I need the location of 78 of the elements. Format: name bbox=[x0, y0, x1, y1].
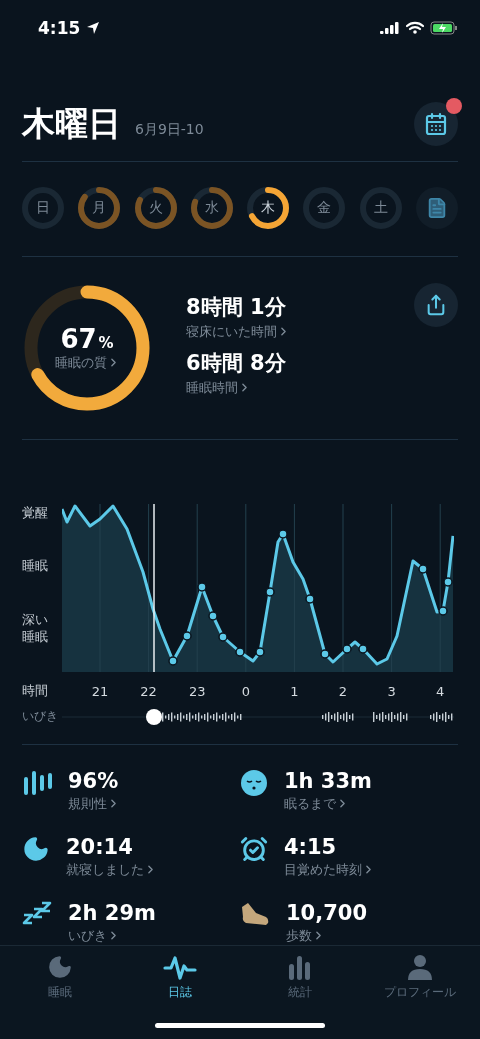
signal-icon bbox=[380, 21, 400, 34]
movement-point bbox=[265, 587, 275, 597]
day-tab[interactable]: 金 bbox=[303, 187, 346, 230]
axis-label: 時間 bbox=[22, 681, 49, 700]
metric-value: 8時間 1分 bbox=[186, 293, 287, 321]
time-tick: 3 bbox=[387, 683, 396, 699]
stat-value: 96% bbox=[68, 768, 120, 793]
tab-bar-item[interactable]: プロフィール bbox=[365, 953, 475, 1001]
movement-point bbox=[438, 606, 448, 616]
movement-point bbox=[168, 656, 178, 666]
playhead-handle[interactable] bbox=[146, 708, 162, 725]
wave-icon bbox=[163, 953, 197, 980]
tab-bar-item[interactable]: 日誌 bbox=[125, 953, 235, 1001]
movement-point bbox=[182, 631, 192, 641]
tab-bar-item[interactable]: 睡眠 bbox=[5, 953, 115, 1001]
day-tab[interactable]: 木 bbox=[247, 187, 290, 230]
stat-link[interactable]: 眠るまで bbox=[284, 794, 372, 813]
bar-chart-icon bbox=[287, 953, 313, 980]
metric-link[interactable]: 寝床にいた時間 bbox=[186, 322, 414, 341]
person-icon bbox=[407, 953, 433, 980]
quality-link[interactable]: 睡眠の質 bbox=[54, 353, 120, 372]
alarm-clock-icon bbox=[240, 834, 268, 863]
day-tab[interactable]: 火 bbox=[134, 187, 177, 230]
movement-point bbox=[418, 564, 428, 574]
moon-icon bbox=[22, 834, 50, 863]
time-tick: 23 bbox=[188, 683, 206, 699]
stat-value: 2h 29m bbox=[68, 900, 156, 925]
stat-link[interactable]: 規則性 bbox=[68, 794, 120, 813]
time-tick: 2 bbox=[338, 683, 348, 699]
sleepy-face-icon bbox=[240, 768, 268, 797]
shoe-icon bbox=[240, 900, 270, 927]
day-tab[interactable]: 水 bbox=[190, 187, 233, 230]
bars-icon bbox=[22, 768, 52, 795]
movement-point bbox=[208, 611, 218, 621]
movement-point bbox=[255, 647, 265, 657]
time-tick: 21 bbox=[91, 683, 109, 699]
snore-label: いびき bbox=[22, 709, 59, 725]
stat-value: 4:15 bbox=[284, 834, 338, 859]
moon-icon bbox=[47, 953, 73, 980]
movement-point bbox=[342, 644, 352, 654]
stat-value: 20:14 bbox=[66, 834, 134, 859]
stat-link[interactable]: 目覚めた時刻 bbox=[284, 860, 375, 879]
wifi-icon bbox=[406, 21, 424, 35]
calendar-icon bbox=[424, 112, 448, 137]
status-time: 4:15 bbox=[38, 17, 81, 38]
movement-point bbox=[320, 649, 330, 659]
metric-value: 6時間 8分 bbox=[186, 349, 287, 377]
share-button[interactable] bbox=[414, 282, 458, 327]
movement-point bbox=[305, 594, 315, 604]
movement-point bbox=[443, 577, 453, 587]
stat-link[interactable]: いびき bbox=[68, 926, 156, 945]
movement-point bbox=[197, 582, 207, 592]
movement-point bbox=[358, 644, 368, 654]
time-tick: 1 bbox=[290, 683, 299, 699]
time-tick: 0 bbox=[241, 683, 250, 699]
day-tab[interactable]: 土 bbox=[359, 187, 402, 230]
stat-value: 1h 33m bbox=[284, 768, 372, 793]
stat-link[interactable]: 歩数 bbox=[286, 926, 368, 945]
stage-label: 覚醒 bbox=[22, 503, 48, 522]
movement-point bbox=[278, 529, 288, 539]
day-tab[interactable]: 月 bbox=[78, 187, 121, 230]
location-arrow-icon bbox=[86, 20, 101, 35]
movement-point bbox=[235, 647, 245, 657]
date-range: 6月9日-10 bbox=[135, 121, 205, 140]
tab-bar-item[interactable]: 統計 bbox=[245, 953, 355, 1001]
stage-label: 睡眠 bbox=[22, 557, 48, 575]
metric-link[interactable]: 睡眠時間 bbox=[186, 378, 414, 397]
day-tab[interactable]: 日 bbox=[22, 187, 64, 230]
day-title: 木曜日 bbox=[22, 102, 121, 145]
stat-value: 10,700 bbox=[286, 900, 368, 925]
quality-score: 67% bbox=[60, 323, 114, 354]
battery-icon bbox=[430, 20, 458, 35]
share-icon bbox=[425, 293, 447, 316]
time-tick: 22 bbox=[140, 683, 157, 699]
movement-point bbox=[218, 632, 228, 642]
stage-label: 深い睡眠 bbox=[22, 610, 48, 646]
time-tick: 4 bbox=[436, 683, 445, 699]
stat-link[interactable]: 就寝しました bbox=[66, 860, 157, 879]
